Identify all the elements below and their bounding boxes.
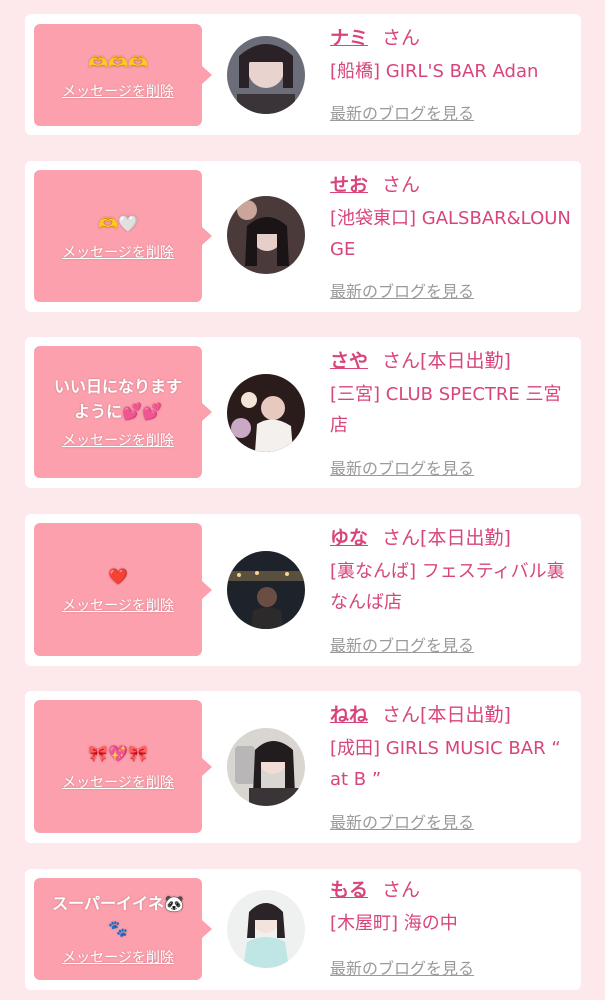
avatar[interactable]: [227, 36, 305, 114]
attendance-status: [本日出勤]: [420, 704, 511, 726]
avatar[interactable]: [227, 196, 305, 274]
message-text: 🫶🫶🫶: [88, 52, 148, 72]
view-blog-link[interactable]: 最新のブログを見る: [330, 955, 474, 979]
message-card: いい日になります ように💕💕 メッセージを削除 さや さん[本日出勤] [三宮] …: [25, 337, 581, 488]
cast-name-link[interactable]: ゆな: [330, 527, 368, 549]
message-bubble: 🫶🤍 メッセージを削除: [34, 170, 212, 302]
shop-name: [三宮] CLUB SPECTRE 三宮店: [330, 384, 562, 436]
attendance-status: [本日出勤]: [420, 527, 511, 549]
shop-name: [木屋町] 海の中: [330, 913, 458, 934]
entry-info: ナミ さん [船橋] GIRL'S BAR Adan: [330, 25, 571, 87]
honorific: さん: [382, 27, 421, 49]
avatar[interactable]: [227, 728, 305, 806]
message-text: 🎀💖🎀: [88, 744, 148, 763]
message-card: 🫶🤍 メッセージを削除 せお さん [池袋東口] GALSBAR&LOUNGE 最…: [25, 161, 581, 312]
message-bubble: 🫶🫶🫶 メッセージを削除: [34, 24, 212, 126]
cast-name-link[interactable]: さや: [330, 350, 368, 372]
entry-info: さや さん[本日出勤] [三宮] CLUB SPECTRE 三宮店: [330, 348, 571, 441]
message-text: いい日になります ように💕💕: [53, 377, 182, 421]
message-text: ❤️: [108, 567, 128, 586]
entry-info: もる さん [木屋町] 海の中: [330, 877, 571, 939]
message-card: 🎀💖🎀 メッセージを削除 ねね さん[本日出勤] [成田] GIRLS MUSIC…: [25, 691, 581, 843]
avatar[interactable]: [227, 374, 305, 452]
avatar[interactable]: [227, 551, 305, 629]
honorific: さん: [382, 527, 421, 549]
delete-message-link[interactable]: メッセージを削除: [62, 242, 174, 262]
honorific: さん: [382, 879, 421, 901]
message-card: ❤️ メッセージを削除 ゆな さん[本日出勤] [裏なんば] フェスティバル裏なん…: [25, 514, 581, 666]
cast-name-link[interactable]: ねね: [330, 704, 368, 726]
view-blog-link[interactable]: 最新のブログを見る: [330, 809, 474, 833]
message-bubble: スーパーイイネ🐼 🐾 メッセージを削除: [34, 878, 212, 980]
view-blog-link[interactable]: 最新のブログを見る: [330, 100, 474, 124]
honorific: さん: [382, 350, 421, 372]
message-bubble: ❤️ メッセージを削除: [34, 523, 212, 656]
view-blog-link[interactable]: 最新のブログを見る: [330, 455, 474, 479]
avatar[interactable]: [227, 890, 305, 968]
view-blog-link[interactable]: 最新のブログを見る: [330, 278, 474, 302]
cast-name-link[interactable]: せお: [330, 174, 368, 196]
entry-info: せお さん [池袋東口] GALSBAR&LOUNGE: [330, 172, 571, 265]
message-text: 🫶🤍: [98, 213, 138, 233]
delete-message-link[interactable]: メッセージを削除: [62, 772, 174, 792]
shop-name: [裏なんば] フェスティバル裏なんば店: [330, 561, 565, 613]
delete-message-link[interactable]: メッセージを削除: [62, 595, 174, 615]
shop-name: [船橋] GIRL'S BAR Adan: [330, 61, 539, 82]
message-bubble: いい日になります ように💕💕 メッセージを削除: [34, 346, 212, 478]
cast-name-link[interactable]: ナミ: [330, 27, 368, 49]
delete-message-link[interactable]: メッセージを削除: [62, 81, 174, 101]
message-card: スーパーイイネ🐼 🐾 メッセージを削除 もる さん [木屋町] 海の中 最新のブロ…: [25, 869, 581, 990]
delete-message-link[interactable]: メッセージを削除: [62, 947, 174, 967]
message-text: スーパーイイネ🐼 🐾: [52, 894, 184, 938]
honorific: さん: [382, 704, 421, 726]
delete-message-link[interactable]: メッセージを削除: [62, 430, 174, 450]
entry-info: ねね さん[本日出勤] [成田] GIRLS MUSIC BAR “ at B ”: [330, 702, 571, 795]
view-blog-link[interactable]: 最新のブログを見る: [330, 632, 474, 656]
attendance-status: [本日出勤]: [420, 350, 511, 372]
shop-name: [成田] GIRLS MUSIC BAR “ at B ”: [330, 738, 561, 790]
entry-info: ゆな さん[本日出勤] [裏なんば] フェスティバル裏なんば店: [330, 525, 571, 618]
message-card: 🫶🫶🫶 メッセージを削除 ナミ さん [船橋] GIRL'S BAR Adan 最…: [25, 14, 581, 135]
cast-name-link[interactable]: もる: [330, 879, 368, 901]
message-bubble: 🎀💖🎀 メッセージを削除: [34, 700, 212, 833]
shop-name: [池袋東口] GALSBAR&LOUNGE: [330, 208, 571, 260]
honorific: さん: [382, 174, 421, 196]
